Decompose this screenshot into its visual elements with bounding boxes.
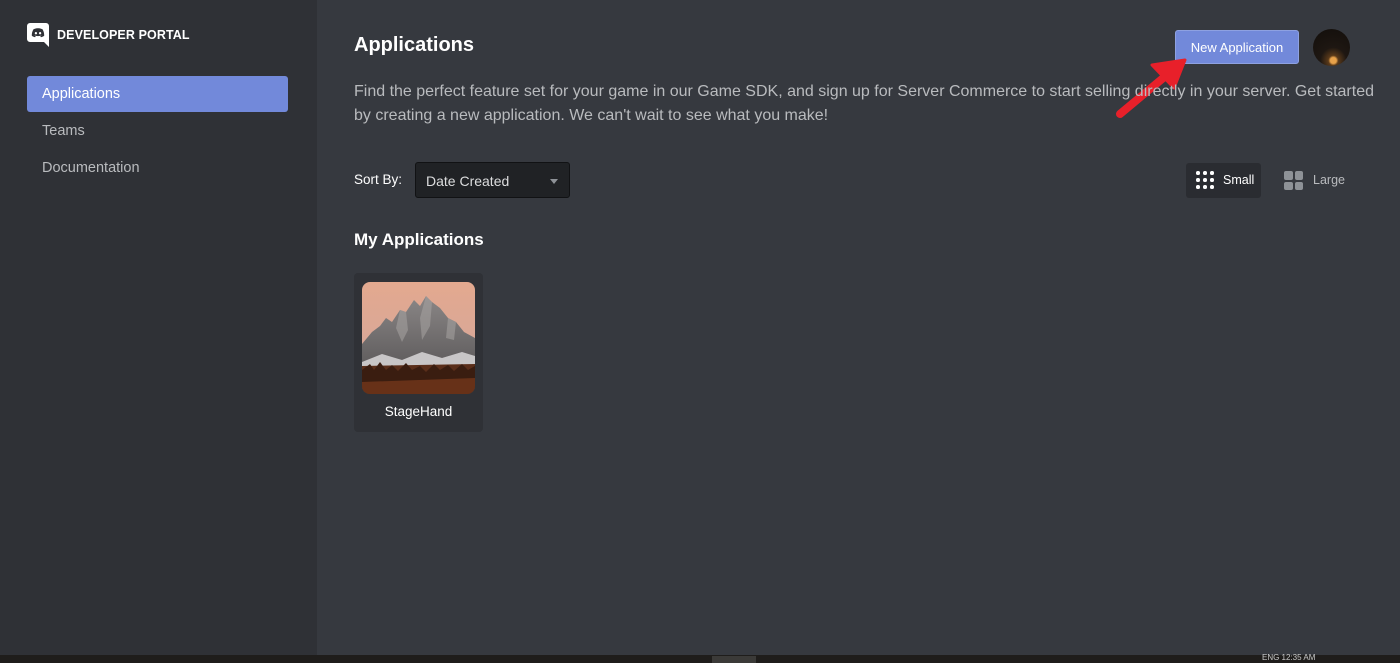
page-description: Find the perfect feature set for your ga… (354, 83, 1374, 124)
sort-label: Sort By: (354, 172, 403, 187)
view-small-toggle[interactable]: Small (1186, 163, 1261, 198)
mountain-photo-icon (362, 282, 475, 394)
view-large-label: Large (1313, 173, 1345, 187)
page-title: Applications (354, 34, 475, 56)
taskbar-clock: ENG 12:35 AM (1262, 653, 1316, 662)
brand[interactable]: DEVELOPER PORTAL (27, 23, 190, 47)
discord-logo-icon (27, 23, 49, 47)
large-grid-icon (1284, 171, 1303, 190)
sidebar: DEVELOPER PORTAL Applications Teams Docu… (0, 0, 317, 655)
small-grid-icon (1196, 171, 1214, 189)
sidebar-item-teams[interactable]: Teams (27, 113, 288, 149)
sort-value: Date Created (426, 173, 510, 189)
sidebar-nav: Applications Teams Documentation (27, 76, 288, 187)
section-title: My Applications (354, 230, 484, 249)
brand-title: DEVELOPER PORTAL (57, 28, 190, 42)
avatar[interactable] (1313, 29, 1350, 66)
app-name: StageHand (384, 404, 453, 419)
view-large-toggle[interactable]: Large (1274, 163, 1349, 198)
chevron-down-icon (550, 179, 558, 184)
main-content: Applications New Application Find the pe… (317, 0, 1400, 655)
taskbar-app-button[interactable] (712, 656, 756, 663)
view-small-label: Small (1223, 173, 1255, 187)
taskbar: ENG 12:35 AM (0, 653, 1400, 663)
sidebar-item-documentation[interactable]: Documentation (27, 150, 288, 186)
sidebar-item-applications[interactable]: Applications (27, 76, 288, 112)
app-card[interactable]: StageHand (354, 273, 483, 432)
sort-dropdown[interactable]: Date Created (415, 162, 570, 198)
